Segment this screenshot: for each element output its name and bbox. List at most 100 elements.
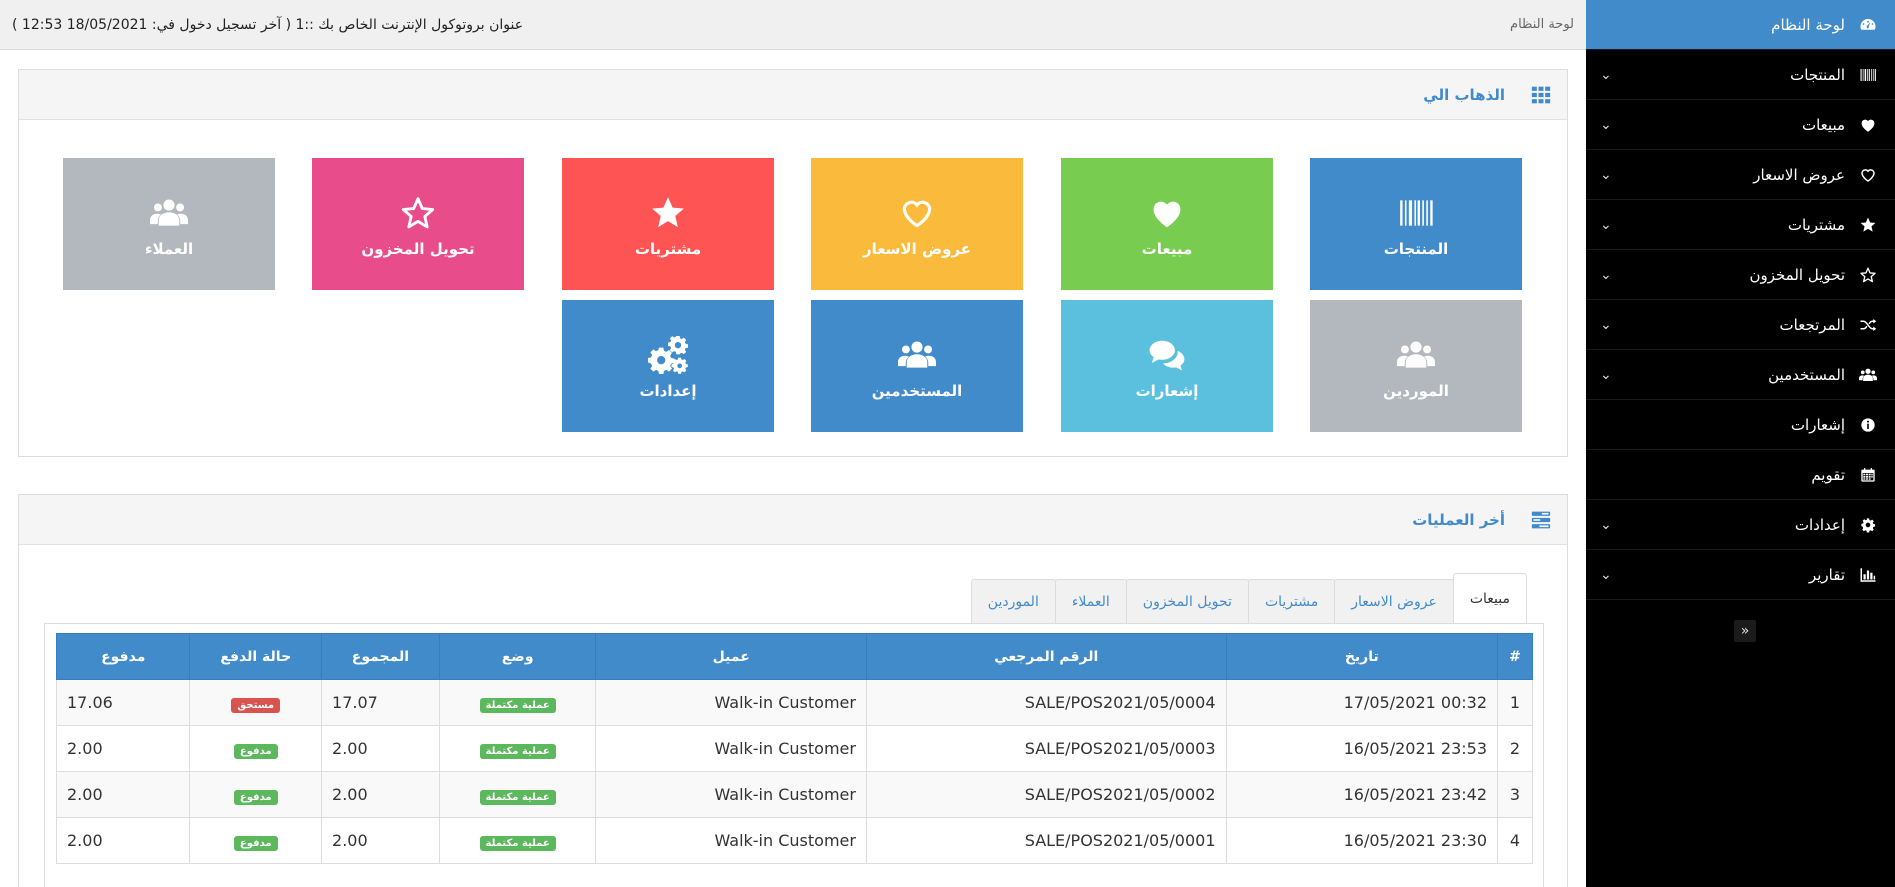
barcode-icon	[1310, 194, 1522, 232]
tile-notifications[interactable]: إشعارات	[1061, 300, 1273, 432]
col-reference[interactable]: الرقم المرجعي	[865, 633, 1227, 680]
sales-table-container: مدفوع حالة الدفع المجموع وضع عميل الرقم …	[44, 623, 1544, 887]
table-row[interactable]: 2.00 مدفوع 2.00 عملية مكتملة Walk-in Cus…	[55, 725, 1533, 772]
sidebar-item-label: المرتجعات	[1779, 316, 1845, 334]
chevron-down-icon[interactable]: ⌄	[1600, 550, 1612, 600]
tab-customers[interactable]: العملاء	[1054, 579, 1127, 623]
chevron-down-icon[interactable]: ⌄	[1600, 350, 1612, 400]
tile-customers[interactable]: العملاء	[63, 158, 275, 290]
tile-label: عروض الاسعار	[862, 240, 972, 258]
chevron-down-icon[interactable]: ⌄	[1600, 50, 1612, 100]
sidebar-item-products[interactable]: المنتجات ⌄	[1586, 50, 1895, 100]
tab-sales[interactable]: مبيعات	[1452, 573, 1527, 623]
tile-label: العملاء	[144, 240, 194, 258]
status-badge: عملية مكتملة	[479, 789, 556, 805]
cell-payment-status: مدفوع	[189, 725, 323, 772]
cell-paid: 17.06	[55, 679, 191, 726]
heart-outline-icon	[1855, 150, 1881, 200]
grid-icon	[1529, 70, 1553, 120]
col-payment-status[interactable]: حالة الدفع	[189, 633, 323, 680]
barcode-icon	[1855, 50, 1881, 100]
sidebar-item-purchases[interactable]: مشتريات ⌄	[1586, 200, 1895, 250]
payment-status-badge: مدفوع	[233, 835, 278, 851]
tab-transfers[interactable]: تحويل المخزون	[1125, 579, 1249, 623]
sidebar-item-label: إشعارات	[1790, 416, 1845, 434]
sidebar-item-label: إعدادات	[1794, 516, 1845, 534]
tile-suppliers[interactable]: الموردين	[1310, 300, 1522, 432]
cell-reference: SALE/POS2021/05/0001	[865, 817, 1227, 864]
cell-index: 1	[1497, 679, 1533, 726]
star-outline-icon	[312, 194, 524, 232]
cell-index: 4	[1497, 817, 1533, 864]
cell-total: 2.00	[321, 817, 440, 864]
table-row[interactable]: 2.00 مدفوع 2.00 عملية مكتملة Walk-in Cus…	[55, 771, 1533, 818]
tile-transfers[interactable]: تحويل المخزون	[312, 158, 524, 290]
table-header-row: مدفوع حالة الدفع المجموع وضع عميل الرقم …	[55, 633, 1533, 680]
chevron-down-icon[interactable]: ⌄	[1600, 300, 1612, 350]
col-total[interactable]: المجموع	[321, 633, 440, 680]
sidebar-item-settings[interactable]: إعدادات ⌄	[1586, 500, 1895, 550]
gear-icon	[1855, 500, 1881, 550]
last-login-info: عنوان بروتوكول الإنترنت الخاص بك ::1 ( آ…	[12, 17, 524, 33]
sidebar-item-dashboard[interactable]: لوحة النظام	[1586, 0, 1895, 50]
info-icon	[1855, 400, 1881, 450]
sidebar-item-transfers[interactable]: تحويل المخزون ⌄	[1586, 250, 1895, 300]
cell-payment-status: مدفوع	[189, 771, 323, 818]
bar-chart-icon	[1855, 550, 1881, 600]
tasks-icon	[1529, 495, 1553, 545]
cell-date: 17/05/2021 00:32	[1225, 679, 1499, 726]
col-paid[interactable]: مدفوع	[55, 633, 191, 680]
table-row[interactable]: 17.06 مستحق 17.07 عملية مكتملة Walk-in C…	[55, 679, 1533, 726]
cell-date: 16/05/2021 23:42	[1225, 771, 1499, 818]
breadcrumb[interactable]: لوحة النظام	[1510, 0, 1574, 50]
sidebar-item-quotes[interactable]: عروض الاسعار ⌄	[1586, 150, 1895, 200]
chevron-down-icon[interactable]: ⌄	[1600, 500, 1612, 550]
tile-label: إعدادات	[639, 382, 697, 400]
sidebar: لوحة النظام المنتجات ⌄ مبيعات ⌄ عروض الا…	[1586, 0, 1895, 887]
table-row[interactable]: 2.00 مدفوع 2.00 عملية مكتملة Walk-in Cus…	[55, 817, 1533, 864]
sidebar-item-notifications[interactable]: إشعارات	[1586, 400, 1895, 450]
star-outline-icon	[1855, 250, 1881, 300]
cell-date: 16/05/2021 23:53	[1225, 725, 1499, 772]
cell-reference: SALE/POS2021/05/0002	[865, 771, 1227, 818]
cell-payment-status: مدفوع	[189, 817, 323, 864]
cell-index: 3	[1497, 771, 1533, 818]
cell-customer: Walk-in Customer	[595, 679, 867, 726]
dashboard-icon	[1855, 0, 1881, 50]
sidebar-item-sales[interactable]: مبيعات ⌄	[1586, 100, 1895, 150]
cell-total: 17.07	[321, 679, 440, 726]
sidebar-collapse-button[interactable]: »	[1734, 620, 1756, 642]
tile-label: المنتجات	[1383, 240, 1449, 258]
cell-date: 16/05/2021 23:30	[1225, 817, 1499, 864]
tile-purchases[interactable]: مشتريات	[562, 158, 774, 290]
users-icon	[1855, 350, 1881, 400]
sidebar-item-calendar[interactable]: تقويم	[1586, 450, 1895, 500]
cell-reference: SALE/POS2021/05/0004	[865, 679, 1227, 726]
col-index[interactable]: #	[1497, 633, 1533, 680]
tab-quotes[interactable]: عروض الاسعار	[1334, 579, 1454, 623]
col-date[interactable]: تاريخ	[1225, 633, 1499, 680]
chevron-down-icon[interactable]: ⌄	[1600, 150, 1612, 200]
tile-label: تحويل المخزون	[361, 240, 475, 258]
chevron-down-icon[interactable]: ⌄	[1600, 250, 1612, 300]
cell-paid: 2.00	[55, 725, 191, 772]
star-icon	[562, 194, 774, 232]
payment-status-badge: مدفوع	[233, 789, 278, 805]
tile-settings[interactable]: إعدادات	[562, 300, 774, 432]
sidebar-item-reports[interactable]: تقارير ⌄	[1586, 550, 1895, 600]
tab-purchases[interactable]: مشتريات	[1247, 579, 1336, 623]
tile-sales[interactable]: مبيعات	[1061, 158, 1273, 290]
tile-label: إشعارات	[1135, 382, 1199, 400]
col-status[interactable]: وضع	[438, 633, 597, 680]
sidebar-item-users[interactable]: المستخدمين ⌄	[1586, 350, 1895, 400]
tile-quotes[interactable]: عروض الاسعار	[811, 158, 1023, 290]
recent-panel-header: أخر العمليات	[19, 495, 1567, 545]
chevron-down-icon[interactable]: ⌄	[1600, 100, 1612, 150]
tab-suppliers[interactable]: الموردين	[970, 579, 1056, 623]
chevron-down-icon[interactable]: ⌄	[1600, 200, 1612, 250]
tile-label: المستخدمين	[871, 382, 963, 400]
tile-users[interactable]: المستخدمين	[811, 300, 1023, 432]
sidebar-item-returns[interactable]: المرتجعات ⌄	[1586, 300, 1895, 350]
tile-products[interactable]: المنتجات	[1310, 158, 1522, 290]
col-customer[interactable]: عميل	[595, 633, 867, 680]
